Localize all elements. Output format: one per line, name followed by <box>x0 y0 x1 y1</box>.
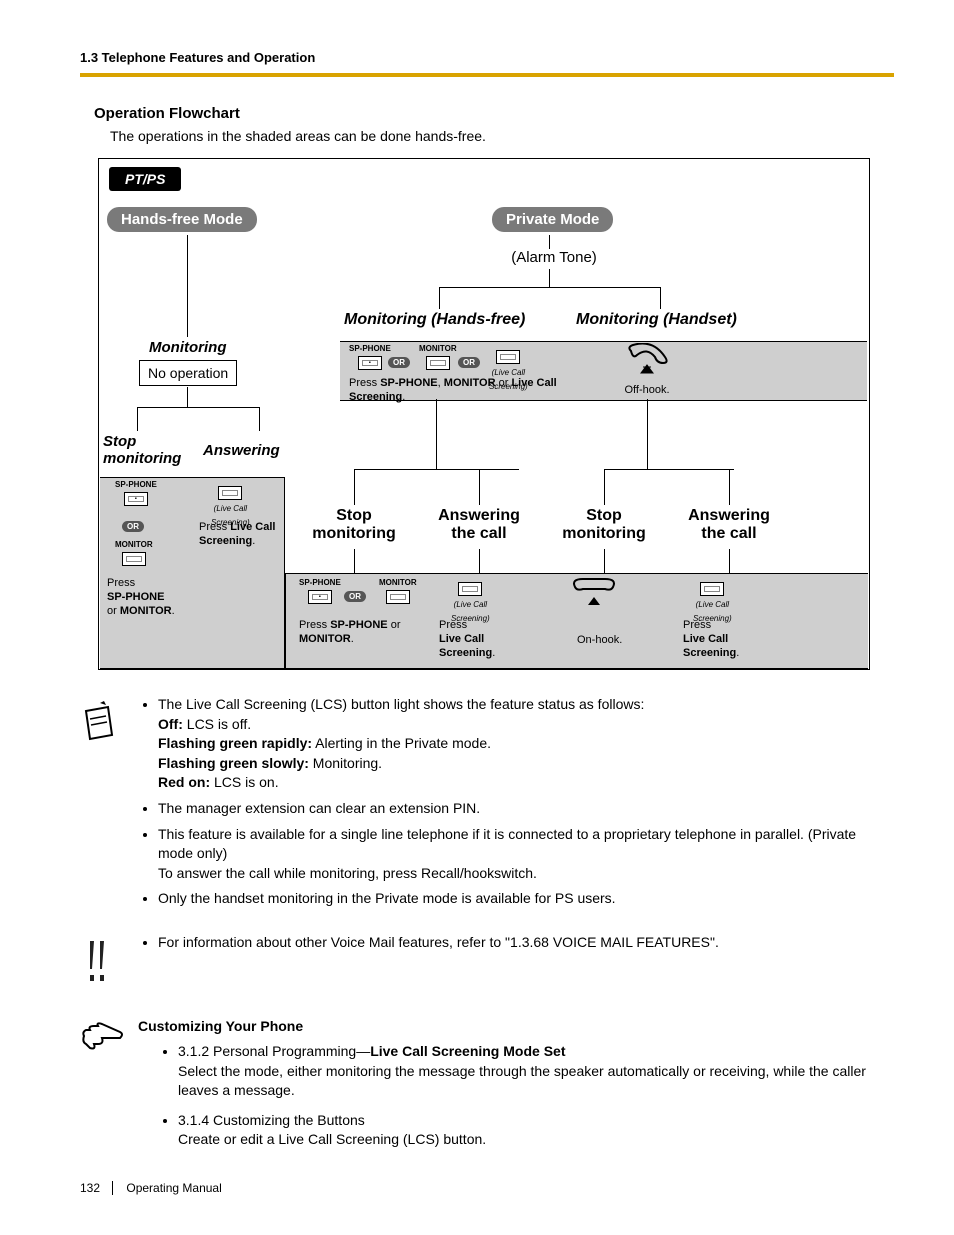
footer: 132 Operating Manual <box>80 1181 222 1195</box>
spphone-btn-left: SP-PHONE <box>115 481 157 506</box>
no-operation-box: No operation <box>139 360 237 386</box>
info-bullet: For information about other Voice Mail f… <box>158 933 719 953</box>
press-three-instr: Press SP-PHONE, MONITOR or Live Call Scr… <box>349 377 559 405</box>
or-pill-b1: OR <box>344 589 366 603</box>
private-mode-label: Private Mode <box>492 207 613 232</box>
or-pill-2: OR <box>458 355 480 369</box>
stop-mon-col3: Stop monitoring <box>544 507 664 542</box>
press-spm-b1: Press SP-PHONE orMONITOR. <box>299 619 419 647</box>
ptps-tag: PT/PS <box>109 167 181 191</box>
note-2: The manager extension can clear an exten… <box>158 799 894 819</box>
press-spm-left: PressSP-PHONEor MONITOR. <box>107 577 187 618</box>
answering-col2: Answering the call <box>419 507 539 542</box>
note-1: The Live Call Screening (LCS) button lig… <box>158 695 894 793</box>
lcs-btn-b4: (Live Call Screening) <box>693 581 732 624</box>
customizing-section: Customizing Your Phone 3.1.2 Personal Pr… <box>80 1018 894 1160</box>
intro-text: The operations in the shaded areas can b… <box>110 128 894 144</box>
monitoring-label: Monitoring <box>149 339 226 356</box>
offhook-label: Off-hook. <box>617 384 677 398</box>
cust-item-2: 3.1.4 Customizing the Buttons Create or … <box>178 1111 894 1150</box>
manual-name: Operating Manual <box>126 1181 221 1195</box>
lcs-btn-b2: (Live Call Screening) <box>451 581 490 624</box>
press-lcs-left: Press Live Call Screening. <box>199 521 284 549</box>
cust-item-1: 3.1.2 Personal Programming—Live Call Scr… <box>178 1042 894 1101</box>
answering-left: Answering <box>203 442 280 459</box>
notepad-icon <box>80 695 120 915</box>
page-title: Operation Flowchart <box>94 105 894 122</box>
monitoring-hs-heading: Monitoring (Handset) <box>576 311 737 329</box>
onhook-icon <box>569 577 619 611</box>
page-number: 132 <box>80 1181 113 1195</box>
stop-monitoring-left: Stop monitoring <box>103 434 181 467</box>
gold-rule <box>80 73 894 77</box>
notes-section: The Live Call Screening (LCS) button lig… <box>80 695 894 915</box>
hand-point-icon <box>80 1018 120 1160</box>
monitoring-hf-heading: Monitoring (Hands-free) <box>344 311 525 329</box>
onhook-label: On-hook. <box>577 634 622 648</box>
answering-col3: Answering the call <box>669 507 789 542</box>
or-pill-1: OR <box>388 355 410 369</box>
offhook-icon <box>623 343 671 383</box>
note-3: This feature is available for a single l… <box>158 825 894 884</box>
monitor-btn-b1: MONITOR <box>379 579 417 604</box>
section-header: 1.3 Telephone Features and Operation <box>80 50 894 65</box>
press-lcs-b4: PressLive CallScreening. <box>683 619 763 660</box>
exclaim-icon <box>80 933 120 988</box>
customizing-title: Customizing Your Phone <box>138 1018 894 1034</box>
flowchart: PT/PS Hands-free Mode Private Mode (Alar… <box>98 158 870 670</box>
press-lcs-b2: PressLive CallScreening. <box>439 619 519 660</box>
spphone-btn-1: SP-PHONE <box>349 345 391 370</box>
note-4: Only the handset monitoring in the Priva… <box>158 889 894 909</box>
stop-mon-col2: Stop monitoring <box>294 507 414 542</box>
monitor-btn-1: MONITOR <box>419 345 457 370</box>
spphone-btn-b1: SP-PHONE <box>299 579 341 604</box>
alarm-tone: (Alarm Tone) <box>499 249 609 266</box>
monitor-btn-left: MONITOR <box>115 541 153 566</box>
or-pill-left: OR <box>122 519 144 533</box>
info-section: For information about other Voice Mail f… <box>80 933 894 988</box>
handsfree-mode-label: Hands-free Mode <box>107 207 257 232</box>
